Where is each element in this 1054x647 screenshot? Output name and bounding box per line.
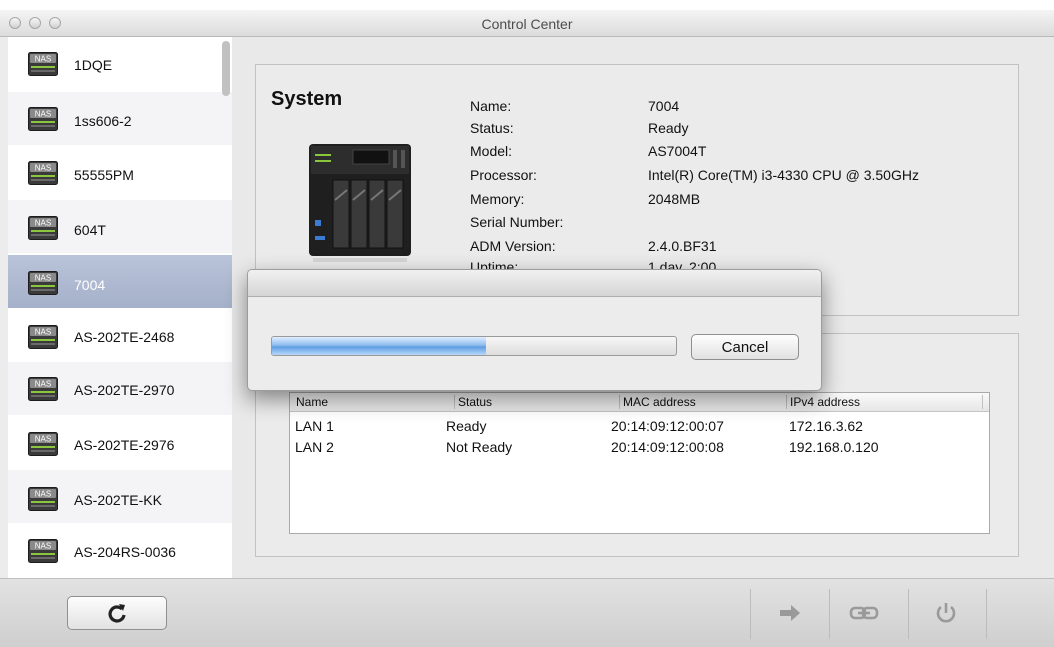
- system-title: System: [271, 88, 343, 110]
- sidebar-item-label: 1DQE: [74, 57, 113, 73]
- cell-mac: 20:14:09:12:00:08: [611, 439, 724, 455]
- cell-name: LAN 2: [295, 439, 334, 455]
- name-label: Name:: [470, 98, 512, 114]
- nas-icon: NAS: [28, 52, 58, 76]
- column-divider: [982, 395, 983, 409]
- device-list[interactable]: NAS 1DQE NAS 1ss606-2 NAS 55555PM NAS 60…: [8, 37, 232, 578]
- network-table-header: Name Status MAC address IPv4 address: [290, 393, 989, 412]
- sidebar-item-55555pm[interactable]: NAS 55555PM: [8, 147, 232, 200]
- sidebar-item-label: 1ss606-2: [74, 113, 132, 129]
- status-label: Status:: [470, 120, 514, 136]
- toolbar-separator: [750, 589, 751, 639]
- column-divider: [454, 395, 455, 409]
- arrow-right-icon: [780, 605, 800, 621]
- sidebar-item-as-202te-2468[interactable]: NAS AS-202TE-2468: [8, 310, 232, 363]
- sidebar-item-as-202te-2976[interactable]: NAS AS-202TE-2976: [8, 417, 232, 470]
- uptime-value: 1 day, 2:00: [648, 259, 717, 269]
- control-center-window: Control Center NAS 1DQE NAS 1ss606-2 NAS…: [0, 0, 1054, 647]
- cell-status: Ready: [446, 418, 487, 434]
- toolbar-separator: [829, 589, 830, 639]
- sidebar-item-label: AS-202TE-2976: [74, 437, 175, 453]
- title-bar: Control Center: [0, 10, 1054, 37]
- link-button[interactable]: [849, 599, 879, 627]
- sidebar-item-604t[interactable]: NAS 604T: [8, 200, 232, 253]
- sidebar-item-label: AS-202TE-2970: [74, 382, 175, 398]
- cell-mac: 20:14:09:12:00:07: [611, 418, 724, 434]
- serial-number-label: Serial Number:: [470, 214, 564, 230]
- bottom-toolbar: [0, 578, 1054, 647]
- sidebar-item-label: 7004: [74, 277, 106, 293]
- memory-value: 2048MB: [648, 191, 701, 207]
- sidebar-item-label: AS-202TE-2468: [74, 329, 175, 345]
- svg-text:NAS: NAS: [35, 490, 51, 499]
- column-divider: [619, 395, 620, 409]
- toolbar-separator: [908, 589, 909, 639]
- svg-text:NAS: NAS: [35, 110, 51, 119]
- column-header-ipv4-address[interactable]: IPv4 address: [790, 395, 860, 409]
- sidebar-item-as-204rs-0036[interactable]: NAS AS-204RS-0036: [8, 525, 232, 578]
- svg-text:NAS: NAS: [35, 164, 51, 173]
- connect-button[interactable]: [775, 599, 805, 627]
- name-value: 7004: [648, 98, 680, 114]
- progress-bar: [271, 336, 677, 356]
- cell-ipv4: 172.16.3.62: [789, 418, 863, 434]
- sidebar-item-1dqe[interactable]: NAS 1DQE: [8, 37, 232, 90]
- svg-text:NAS: NAS: [35, 380, 51, 389]
- cancel-button[interactable]: Cancel: [691, 334, 799, 360]
- sidebar-item-label: AS-202TE-KK: [74, 492, 162, 508]
- network-table[interactable]: Name Status MAC address IPv4 address LAN…: [289, 392, 990, 534]
- uptime-label: Uptime:: [470, 259, 519, 269]
- column-header-name[interactable]: Name: [296, 395, 328, 409]
- processor-value: Intel(R) Core(TM) i3-4330 CPU @ 3.50GHz: [648, 167, 919, 183]
- model-value: AS7004T: [648, 143, 707, 159]
- sidebar-item-label: 604T: [74, 222, 106, 238]
- progress-dialog: Cancel: [247, 269, 822, 391]
- sidebar-item-label: AS-204RS-0036: [74, 544, 176, 560]
- processor-label: Processor:: [470, 167, 537, 183]
- nas-icon: NAS: [28, 487, 58, 511]
- sidebar-item-label: 55555PM: [74, 167, 134, 183]
- cell-name: LAN 1: [295, 418, 334, 434]
- column-header-mac-address[interactable]: MAC address: [623, 395, 696, 409]
- dialog-title-bar: [248, 270, 821, 297]
- link-icon: [849, 606, 879, 620]
- nas-icon: NAS: [28, 377, 58, 401]
- top-strip: [0, 0, 1054, 10]
- toolbar-separator: [986, 589, 987, 639]
- sidebar-item-1ss606-2[interactable]: NAS 1ss606-2: [8, 92, 232, 145]
- svg-text:NAS: NAS: [35, 542, 51, 551]
- nas-icon: NAS: [28, 107, 58, 131]
- window-title: Control Center: [481, 16, 573, 32]
- cell-status: Not Ready: [446, 439, 513, 455]
- sidebar-item-as-202te-2970[interactable]: NAS AS-202TE-2970: [8, 362, 232, 415]
- model-label: Model:: [470, 143, 513, 159]
- nas-icon: NAS: [28, 216, 58, 240]
- sidebar-scrollbar[interactable]: [222, 41, 230, 96]
- sidebar-item-as-202te-kk[interactable]: NAS AS-202TE-KK: [8, 470, 232, 523]
- svg-text:NAS: NAS: [35, 328, 51, 337]
- column-divider: [786, 395, 787, 409]
- power-icon: [936, 603, 956, 623]
- refresh-button[interactable]: [67, 596, 167, 630]
- column-header-status[interactable]: Status: [458, 395, 492, 409]
- nas-icon: NAS: [28, 432, 58, 456]
- svg-text:NAS: NAS: [35, 435, 51, 444]
- progress-bar-fill: [272, 337, 487, 355]
- svg-text:NAS: NAS: [35, 274, 51, 283]
- adm-version-value: 2.4.0.BF31: [648, 238, 717, 254]
- nas-icon: NAS: [28, 539, 58, 563]
- nas-icon: NAS: [28, 161, 58, 185]
- refresh-icon: [108, 604, 126, 623]
- nas-icon: NAS: [28, 271, 58, 295]
- memory-label: Memory:: [470, 191, 525, 207]
- svg-text:NAS: NAS: [35, 219, 51, 228]
- sidebar-item-7004[interactable]: NAS 7004: [8, 255, 232, 308]
- nas-icon: NAS: [28, 325, 58, 349]
- power-button[interactable]: [931, 599, 961, 627]
- adm-version-label: ADM Version:: [470, 238, 556, 254]
- svg-text:NAS: NAS: [35, 55, 51, 64]
- status-value: Ready: [648, 120, 689, 136]
- nas-device-image: [309, 144, 411, 262]
- cell-ipv4: 192.168.0.120: [789, 439, 879, 455]
